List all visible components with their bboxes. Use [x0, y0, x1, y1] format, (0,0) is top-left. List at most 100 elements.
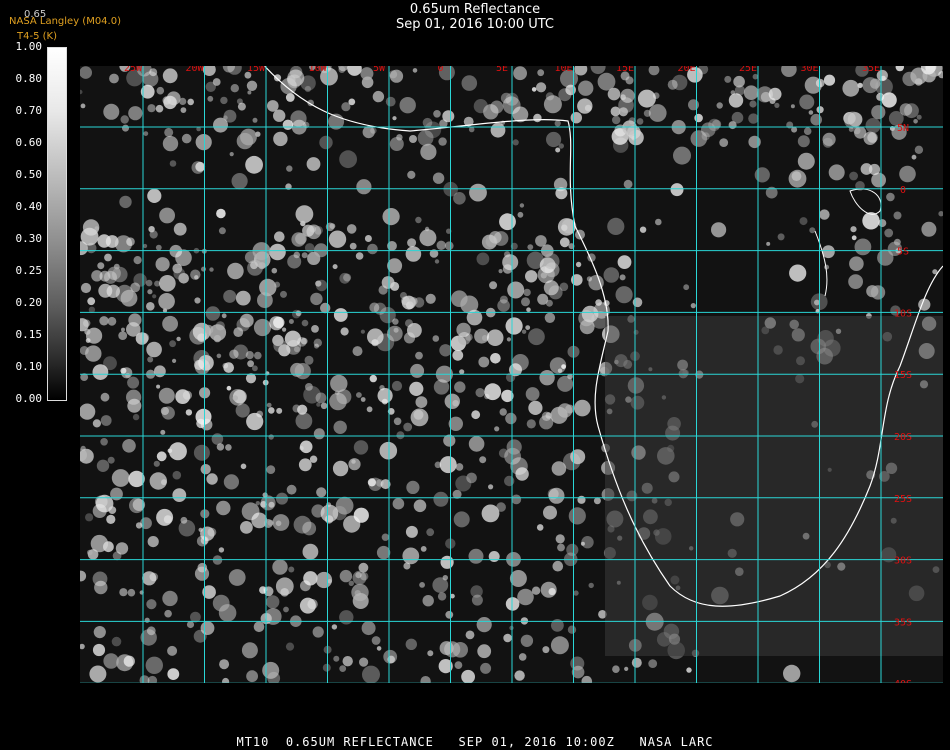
cloud-patch	[371, 636, 381, 645]
cloud-patch	[913, 119, 918, 124]
cloud-patch	[711, 222, 727, 238]
cloud-patch	[542, 646, 550, 654]
cloud-patch	[193, 444, 210, 461]
cloud-patch	[156, 86, 165, 95]
cloud-patch	[169, 244, 183, 258]
cloud-patch	[89, 665, 107, 683]
cloud-patch	[100, 392, 110, 402]
cloud-patch	[273, 339, 287, 353]
cloud-patch	[531, 586, 541, 595]
cloud-patch	[588, 582, 594, 589]
cloud-patch	[253, 621, 265, 633]
cloud-patch	[247, 90, 252, 95]
cloud-patch	[752, 73, 759, 80]
cloud-patch	[104, 253, 112, 262]
cloud-patch	[338, 66, 346, 73]
cloud-patch	[331, 624, 338, 630]
cloud-patch	[528, 400, 543, 415]
cloud-patch	[648, 66, 660, 76]
cloud-patch	[498, 269, 503, 274]
cloud-patch	[229, 152, 234, 157]
cloud-patch	[169, 340, 176, 348]
cloud-patch	[286, 75, 296, 84]
longitude-label: 10W	[308, 66, 327, 74]
cloud-patch	[92, 643, 106, 657]
cloud-patch	[578, 80, 594, 96]
cloud-patch	[515, 467, 529, 481]
cloud-patch	[346, 224, 357, 234]
cloud-patch	[436, 240, 446, 250]
cloud-patch	[195, 408, 212, 425]
cloud-patch	[639, 226, 647, 233]
cloud-patch	[228, 569, 246, 586]
cloud-patch	[823, 74, 836, 86]
cloud-patch	[329, 392, 347, 411]
cloud-patch	[116, 654, 134, 672]
longitude-label: 25W	[124, 66, 143, 74]
cloud-patch	[543, 505, 557, 520]
cloud-patch	[319, 135, 333, 150]
cloud-patch	[499, 408, 507, 416]
cloud-patch	[612, 115, 621, 125]
cloud-patch	[799, 94, 815, 110]
cloud-patch	[797, 152, 815, 170]
colorbar-tick: 0.20	[15, 296, 43, 309]
cloud-patch	[264, 608, 282, 625]
cloud-patch	[376, 479, 384, 487]
cloud-patch	[749, 100, 757, 108]
cloud-patch	[489, 281, 498, 290]
cloud-patch	[557, 543, 565, 552]
cloud-patch	[631, 657, 642, 668]
cloud-patch	[269, 243, 286, 261]
cloud-patch	[294, 346, 300, 353]
cloud-patch	[724, 75, 732, 83]
cloud-patch	[914, 145, 924, 154]
cloud-patch	[120, 367, 127, 374]
cloud-patch	[617, 255, 632, 269]
cloud-patch	[347, 66, 362, 76]
cloud-patch	[533, 113, 542, 123]
cloud-patch	[335, 496, 354, 515]
cloud-patch	[139, 332, 150, 343]
cloud-patch	[731, 111, 744, 124]
cloud-patch	[339, 610, 354, 625]
cloud-patch	[505, 412, 517, 425]
cloud-patch	[285, 642, 295, 651]
cloud-patch	[147, 289, 153, 295]
cloud-patch	[851, 235, 857, 241]
cloud-patch	[575, 261, 582, 268]
cloud-patch	[180, 107, 187, 113]
cloud-patch	[222, 362, 229, 369]
cloud-patch	[215, 321, 225, 331]
cloud-patch	[240, 463, 247, 470]
colorbar-tick: 0.40	[15, 200, 43, 213]
cloud-patch	[455, 463, 464, 471]
cloud-patch	[488, 484, 494, 490]
cloud-patch	[87, 549, 93, 556]
cloud-patch	[295, 412, 313, 430]
cloud-patch	[200, 464, 211, 475]
cloud-patch	[245, 155, 263, 174]
cloud-patch	[728, 93, 744, 108]
cloud-patch	[190, 269, 201, 280]
cloud-patch	[212, 78, 221, 86]
cloud-patch	[433, 379, 450, 395]
cloud-patch	[320, 302, 331, 314]
cloud-patch	[438, 137, 447, 146]
cloud-patch	[407, 238, 417, 248]
cloud-patch	[206, 473, 218, 485]
cloud-patch	[911, 154, 917, 160]
credit-label: NASA Langley (M04.0)	[9, 16, 121, 27]
cloud-patch	[96, 459, 110, 472]
cloud-patch	[567, 625, 577, 634]
cloud-patch	[328, 230, 347, 248]
cloud-patch	[106, 284, 120, 298]
cloud-patch	[295, 310, 302, 317]
cloud-patch	[175, 389, 191, 404]
cloud-patch	[313, 428, 325, 440]
cloud-patch	[282, 327, 287, 332]
cloud-patch	[167, 668, 180, 680]
cloud-patch	[381, 276, 395, 289]
cloud-patch	[107, 456, 115, 464]
cloud-patch	[468, 548, 484, 564]
